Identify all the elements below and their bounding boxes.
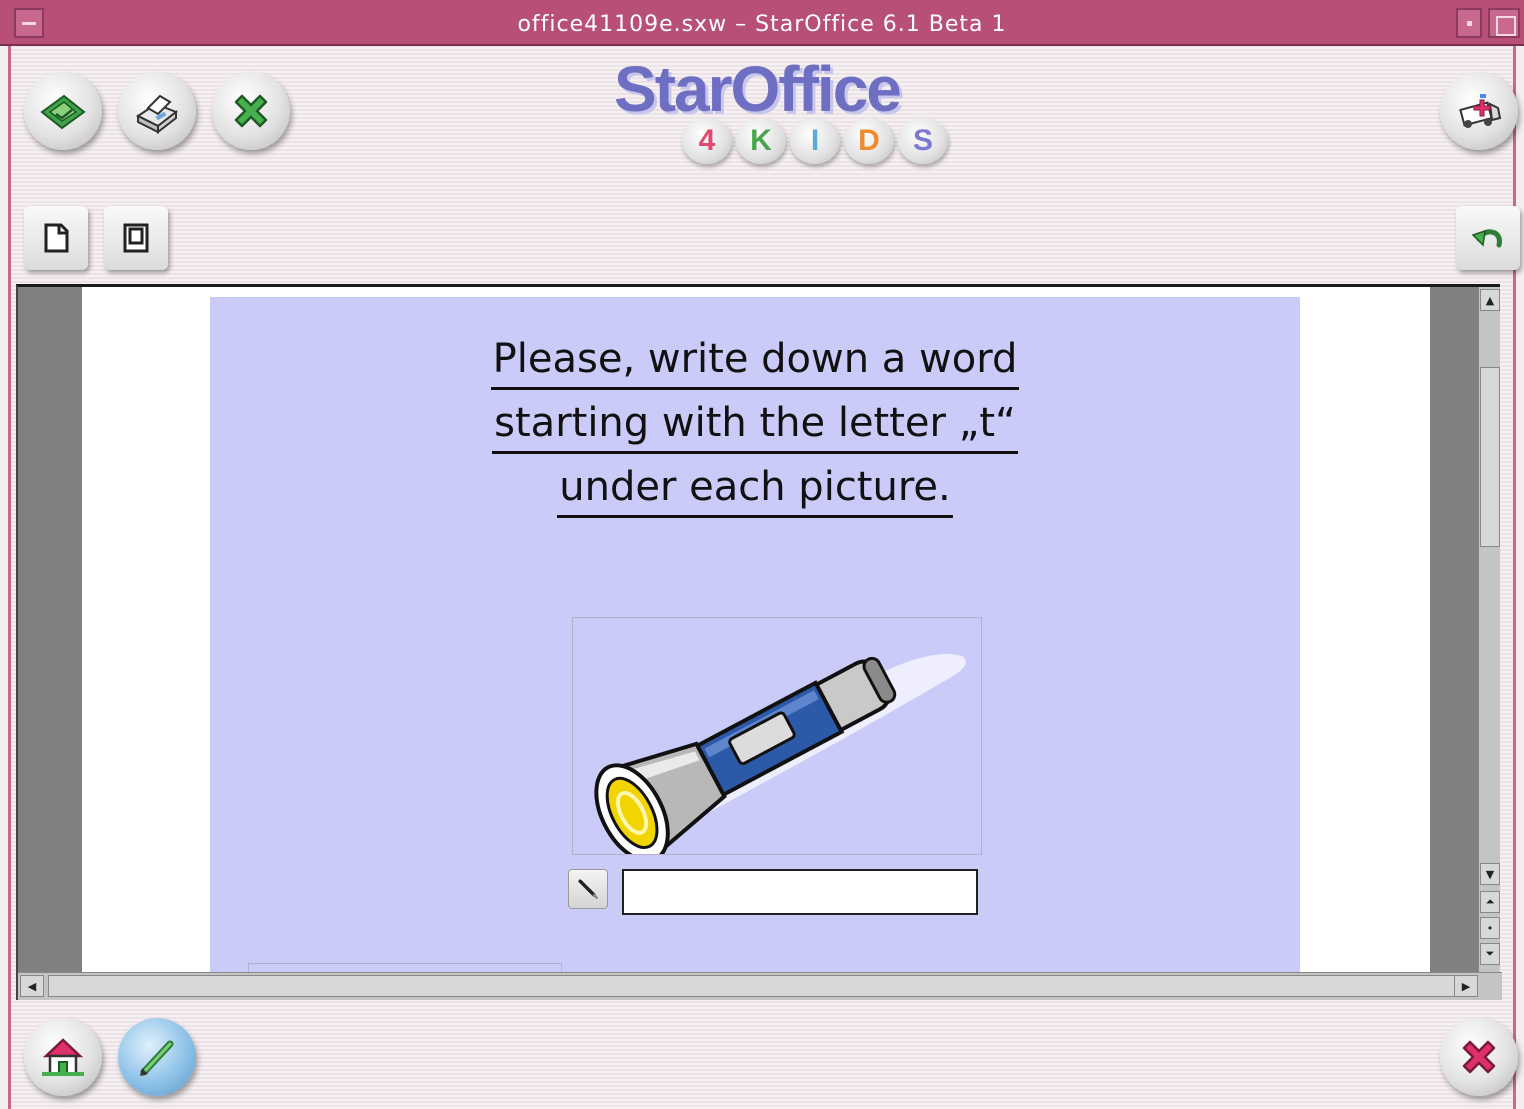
logo-badge-4: 4 [682,118,732,164]
window-titlebar[interactable]: office41109e.sxw – StarOffice 6.1 Beta 1 [0,0,1524,46]
exit-x-icon [1462,1040,1496,1074]
worksheet-area: Please, write down a word starting with … [210,297,1300,983]
write-pencil-button[interactable] [568,869,608,909]
scroll-left-arrow[interactable]: ◀ [20,975,44,997]
print-button[interactable] [118,72,196,150]
new-page-button[interactable] [24,206,88,270]
scroll-down-arrow[interactable]: ▼ [1480,863,1500,885]
save-page-button[interactable] [104,206,168,270]
pencil-small-icon [578,879,598,899]
next-page-arrow[interactable]: ⏷ [1480,943,1500,965]
logo-kids-badges: 4 K I D S [682,118,948,164]
home-button[interactable] [24,1018,102,1096]
undo-button[interactable] [1456,206,1520,270]
instruction-line-3: under each picture. [557,459,953,518]
help-button[interactable] [1440,72,1518,150]
logo-badge-d: D [844,118,894,164]
navigator-dot-button[interactable]: • [1480,917,1500,939]
logo-badge-i: I [790,118,840,164]
logo-badge-s: S [898,118,948,164]
flashlight-icon [594,654,967,863]
worksheet-instruction: Please, write down a word starting with … [210,327,1300,519]
instruction-line-1: Please, write down a word [490,331,1020,390]
window-title: office41109e.sxw – StarOffice 6.1 Beta 1 [517,12,1007,37]
logo-badge-k: K [736,118,786,164]
staroffice-kids-logo: StarOffice 4 K I D S [610,52,948,167]
vertical-scroll-thumb[interactable] [1480,367,1500,547]
scroll-up-arrow[interactable]: ▲ [1480,289,1500,311]
previous-page-arrow[interactable]: ⏶ [1480,891,1500,913]
pencil-tool-button[interactable] [118,1018,196,1096]
scroll-right-arrow[interactable]: ▶ [1454,975,1478,997]
answer-word-input[interactable] [622,869,978,915]
horizontal-scrollbar[interactable]: ◀ ▶ [18,972,1502,1000]
vertical-scrollbar[interactable]: ▲ ▼ ⏶ • ⏷ [1478,287,1500,975]
open-button[interactable] [24,72,102,150]
flashlight-picture [572,617,982,863]
horizontal-scroll-thumb[interactable] [48,975,1474,997]
open-icon [40,94,86,130]
exit-button[interactable] [1440,1018,1518,1096]
window-maximize-button[interactable] [1488,8,1520,38]
save-page-icon [123,223,149,253]
close-document-icon [234,94,268,128]
document-viewport[interactable]: Please, write down a word starting with … [16,284,1502,1000]
window-minimize-button[interactable] [1456,8,1482,38]
document-page: Please, write down a word starting with … [82,287,1430,983]
logo-wordmark: StarOffice [614,53,902,125]
new-page-icon [44,223,69,253]
print-icon [136,94,178,135]
instruction-line-2: starting with the letter „t“ [492,395,1018,454]
undo-arrow-icon [1471,229,1502,248]
close-document-button[interactable] [212,72,290,150]
pencil-icon [140,1040,174,1076]
ambulance-help-icon [1459,94,1502,128]
home-icon [42,1038,84,1076]
